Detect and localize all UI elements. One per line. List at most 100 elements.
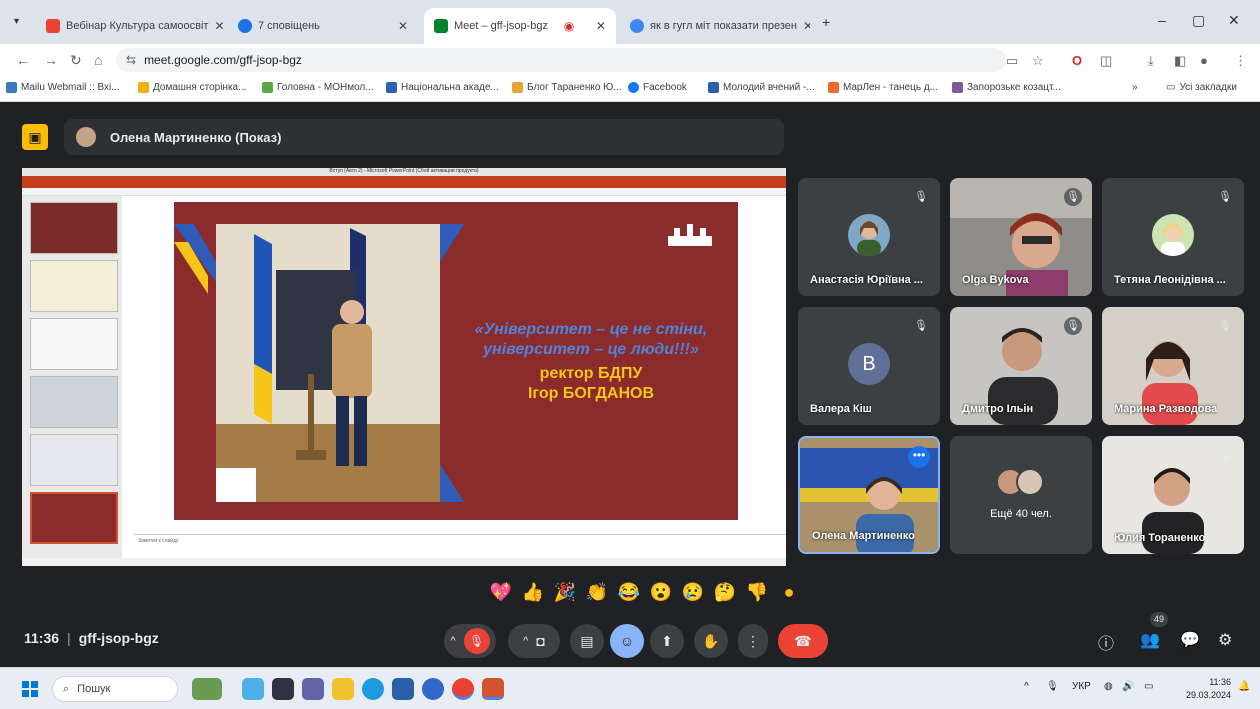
battery-icon[interactable]: ▭ xyxy=(1144,681,1153,692)
slide-notes[interactable]: Заметки к слайду xyxy=(134,534,786,550)
menu-kebab-icon[interactable]: ⋮ xyxy=(1234,53,1247,69)
reaction-party-button[interactable]: 🎉 xyxy=(552,579,578,605)
reaction-heart-button[interactable]: 💖 xyxy=(488,579,514,605)
tab-search-icon[interactable]: ▾ xyxy=(14,16,19,27)
reaction-clap-button[interactable]: 👏 xyxy=(584,579,610,605)
participant-tile[interactable]: 🎙 Olga Bykova xyxy=(950,178,1092,296)
folder-app-icon[interactable] xyxy=(332,678,354,700)
bookmark-star-icon[interactable]: ☆ xyxy=(1032,53,1044,69)
raise-hand-button[interactable]: ✋ xyxy=(694,624,728,658)
shared-screen: Вступ (Авто 2) - Microsoft PowerPoint (С… xyxy=(22,168,786,566)
bookmarks-more-button[interactable]: » xyxy=(1132,82,1138,93)
notifications-icon[interactable]: 🔔 xyxy=(1238,681,1250,692)
profile-icon[interactable]: ● xyxy=(1200,53,1208,68)
participant-tile[interactable]: B 🎙 Валера Кіш xyxy=(798,307,940,425)
reaction-laugh-button[interactable]: 😂 xyxy=(616,579,642,605)
maximize-icon[interactable]: ▢ xyxy=(1192,12,1205,29)
chat-icon[interactable]: 💬 xyxy=(1180,630,1200,650)
tab-meet[interactable]: Meet – gff-jsop-bgz ◉ ✕ xyxy=(424,8,616,44)
people-icon[interactable]: 👥 xyxy=(1140,630,1160,650)
reaction-surprised-button[interactable]: 😮 xyxy=(648,579,674,605)
mail-icon[interactable] xyxy=(422,678,444,700)
opera-icon[interactable]: O xyxy=(1072,53,1082,68)
tab-google-search[interactable]: як в гугл міт показати презен ✕ xyxy=(620,8,810,44)
edge-icon[interactable] xyxy=(362,678,384,700)
activities-icon[interactable]: ⚙ xyxy=(1218,630,1232,650)
slide-thumb xyxy=(30,202,118,254)
mic-tray-icon: 🎙 xyxy=(1046,681,1059,692)
mic-toggle-button[interactable]: 🎙 xyxy=(463,628,490,654)
bookmark-item[interactable]: Запорозьке козацт... xyxy=(952,82,1061,93)
camera-icon: ◘ xyxy=(536,633,545,649)
extensions-icon[interactable]: ◫ xyxy=(1100,53,1112,69)
language-indicator[interactable]: УКР xyxy=(1072,681,1091,692)
tab-notifications-close-icon[interactable]: ✕ xyxy=(392,19,408,33)
participant-tile-speaking[interactable]: ••• Олена Мартиненко xyxy=(798,436,940,554)
participant-tile[interactable]: 🎙 Дмитро Ільін xyxy=(950,307,1092,425)
home-icon[interactable]: ⌂ xyxy=(94,52,102,68)
close-window-icon[interactable]: ✕ xyxy=(1228,12,1240,29)
all-bookmarks-button[interactable]: ▭ Усі закладки xyxy=(1166,82,1237,93)
slide-thumb xyxy=(30,434,118,486)
participant-tile[interactable]: 🎙 Тетяна Леонідівна ... xyxy=(1102,178,1244,296)
meeting-details-icon[interactable]: ⓘ xyxy=(1098,630,1114,654)
more-vert-icon: ⋮ xyxy=(746,632,760,649)
camera-options-button[interactable]: ^ ◘ xyxy=(508,624,560,658)
minimize-icon[interactable]: – xyxy=(1158,12,1166,28)
participant-avatar xyxy=(848,214,890,256)
taskbar-clock[interactable]: 11:36 29.03.2024 xyxy=(1186,676,1231,702)
reload-icon[interactable]: ↻ xyxy=(70,52,82,69)
more-options-icon[interactable]: ••• xyxy=(908,446,930,468)
presentation-icon[interactable]: ▣ xyxy=(22,124,48,150)
tab-google-search-close-icon[interactable]: ✕ xyxy=(797,19,810,33)
url-field[interactable]: ⇆ meet.google.com/gff-jsop-bgz xyxy=(116,48,1006,72)
reaction-sad-button[interactable]: 😢 xyxy=(680,579,706,605)
cast-icon[interactable]: ▭ xyxy=(1006,53,1018,69)
store-icon[interactable] xyxy=(392,678,414,700)
bookmark-item[interactable]: Молодий вчений -... xyxy=(708,82,815,93)
more-participants-tile[interactable]: Ещё 40 чел. xyxy=(950,436,1092,554)
copilot-icon[interactable] xyxy=(242,678,264,700)
new-tab-icon[interactable]: + xyxy=(822,14,830,30)
teams-icon[interactable] xyxy=(302,678,324,700)
reaction-thumbs-down-button[interactable]: 👎 xyxy=(744,579,770,605)
tab-notifications[interactable]: 7 сповіщень ✕ xyxy=(228,8,418,44)
tab-webinar[interactable]: Вебінар Культура самоосвіт ✕ xyxy=(36,8,226,44)
reaction-thumbs-up-button[interactable]: 👍 xyxy=(520,579,546,605)
chrome-icon[interactable] xyxy=(452,678,474,700)
reaction-skin-tone-button[interactable]: ● xyxy=(776,579,802,605)
bookmark-item[interactable]: Домашня сторінка... xyxy=(138,82,246,93)
taskbar-search[interactable]: ⌕ Пошук xyxy=(52,676,178,702)
tab-webinar-close-icon[interactable]: ✕ xyxy=(208,19,224,33)
participant-tile[interactable]: 🎙 Анастасія Юріївна ... xyxy=(798,178,940,296)
wifi-icon[interactable]: ◍ xyxy=(1104,681,1113,692)
back-icon[interactable]: ← xyxy=(16,52,30,68)
bookmark-item[interactable]: Facebook xyxy=(628,82,687,93)
participant-name: Olga Bykova xyxy=(962,274,1029,286)
file-explorer-icon[interactable] xyxy=(272,678,294,700)
bookmark-item[interactable]: MapЛен - танець д... xyxy=(828,82,938,93)
widgets-icon[interactable] xyxy=(192,678,222,700)
participant-tile[interactable]: 🎙 Юлия Тораненко xyxy=(1102,436,1244,554)
more-options-button[interactable]: ⋮ xyxy=(738,624,768,658)
sidepanel-icon[interactable]: ◧ xyxy=(1174,53,1186,69)
present-screen-button[interactable]: ⬆ xyxy=(650,624,684,658)
tray-overflow-icon[interactable]: ^ xyxy=(1024,681,1029,692)
mic-options-button[interactable]: ^ 🎙 xyxy=(444,624,496,658)
forward-icon[interactable]: → xyxy=(44,52,58,68)
download-icon[interactable]: ⤓ xyxy=(1148,53,1154,69)
bookmark-item[interactable]: Національна акаде... xyxy=(386,82,499,93)
bookmark-item[interactable]: Блог Тараненко Ю... xyxy=(512,82,622,93)
emoji-reactions-button[interactable]: ☺ xyxy=(610,624,644,658)
site-info-icon[interactable]: ⇆ xyxy=(126,53,136,67)
participant-tile[interactable]: 🎙 Марина Разводова xyxy=(1102,307,1244,425)
reaction-thinking-button[interactable]: 🤔 xyxy=(712,579,738,605)
bookmark-item[interactable]: Mailu Webmail :: Вхі... xyxy=(6,82,120,93)
captions-button[interactable]: ▤ xyxy=(570,624,604,658)
bookmark-item[interactable]: Головна - МОНмол... xyxy=(262,82,374,93)
volume-icon[interactable]: 🔊 xyxy=(1122,681,1134,692)
powerpoint-icon[interactable] xyxy=(482,678,504,700)
tab-meet-close-icon[interactable]: ✕ xyxy=(590,19,606,33)
leave-call-button[interactable]: ☎ xyxy=(778,624,828,658)
start-menu-icon[interactable] xyxy=(22,681,38,697)
